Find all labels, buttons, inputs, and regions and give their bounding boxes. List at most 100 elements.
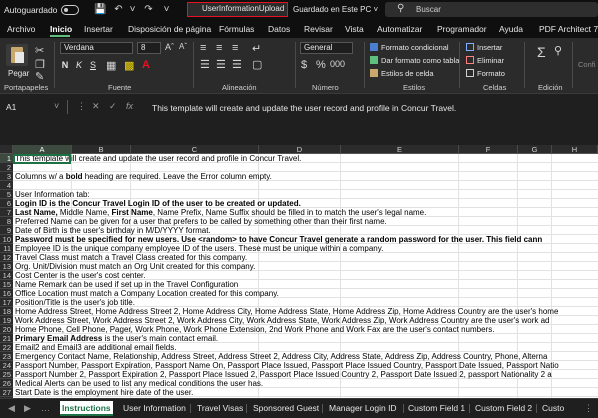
- table-row[interactable]: Login ID is the Concur Travel Login ID o…: [13, 199, 598, 208]
- format-as-table-button[interactable]: Dar formato como tabla: [370, 56, 459, 65]
- save-icon[interactable]: 💾: [94, 4, 106, 15]
- row-header[interactable]: 20: [0, 325, 13, 334]
- sheet-tab-travel-visas[interactable]: Travel Visas: [195, 401, 245, 416]
- tab-automatizar[interactable]: Automatizar: [377, 24, 422, 34]
- tab-vista[interactable]: Vista: [345, 24, 364, 34]
- row-header[interactable]: 23: [0, 352, 13, 361]
- sheet-tabs-more-icon[interactable]: ⋮: [584, 403, 593, 414]
- row-header[interactable]: 1: [0, 154, 13, 163]
- row-header[interactable]: 25: [0, 370, 13, 379]
- row-header[interactable]: 18: [0, 307, 13, 316]
- delete-cells-button[interactable]: Eliminar: [466, 56, 504, 65]
- table-row[interactable]: Travel Class must match a Travel Class c…: [13, 253, 598, 262]
- column-header-b[interactable]: B: [72, 145, 131, 154]
- sheet-more-icon[interactable]: …: [41, 403, 50, 413]
- conditional-format-button[interactable]: Formato condicional: [370, 43, 449, 52]
- table-row[interactable]: [13, 163, 598, 172]
- row-header[interactable]: 17: [0, 298, 13, 307]
- column-header-d[interactable]: D: [259, 145, 341, 154]
- align-left-icon[interactable]: ☰: [200, 58, 210, 71]
- row-header[interactable]: 2: [0, 163, 13, 172]
- row-header[interactable]: 13: [0, 262, 13, 271]
- table-row[interactable]: Passport Number 2, Passport Expiration 2…: [13, 370, 598, 379]
- sheet-tab-custom-field-1[interactable]: Custom Field 1: [406, 401, 467, 416]
- cell-styles-button[interactable]: Estilos de celda: [370, 69, 434, 78]
- column-header-e[interactable]: E: [341, 145, 459, 154]
- sheet-tab-user-information[interactable]: User Information: [121, 401, 188, 416]
- table-row[interactable]: Password must be specified for new users…: [13, 235, 598, 244]
- grow-font-icon[interactable]: Aˆ: [165, 42, 174, 52]
- row-header[interactable]: 27: [0, 388, 13, 397]
- shrink-font-icon[interactable]: Aˇ: [179, 42, 187, 51]
- row-header[interactable]: 4: [0, 181, 13, 190]
- table-row[interactable]: This template will create and update the…: [13, 154, 598, 163]
- fill-color-icon[interactable]: ▩: [124, 59, 134, 72]
- italic-button[interactable]: K: [74, 60, 84, 71]
- tab-formulas[interactable]: Fórmulas: [219, 24, 254, 34]
- sheet-prev-icon[interactable]: ◀: [8, 403, 15, 414]
- tab-inicio[interactable]: Inicio: [50, 24, 72, 34]
- insert-function-icon[interactable]: fx: [126, 101, 133, 111]
- row-header[interactable]: 12: [0, 253, 13, 262]
- table-row[interactable]: Medical Alerts can be used to list any m…: [13, 379, 598, 388]
- customize-toolbar-icon[interactable]: ˅: [161, 4, 172, 15]
- table-row[interactable]: Home Address Street, Home Address Street…: [13, 307, 598, 316]
- row-header[interactable]: 24: [0, 361, 13, 370]
- table-row[interactable]: [13, 181, 598, 190]
- table-row[interactable]: Date of Birth is the user's birthday in …: [13, 226, 598, 235]
- tab-disposicion[interactable]: Disposición de página: [128, 24, 211, 34]
- underline-button[interactable]: S: [88, 60, 98, 71]
- tab-datos[interactable]: Datos: [268, 24, 290, 34]
- tab-revisar[interactable]: Revisar: [304, 24, 333, 34]
- tab-programador[interactable]: Programador: [437, 24, 487, 34]
- row-header[interactable]: 14: [0, 271, 13, 280]
- format-painter-icon[interactable]: ✎: [35, 70, 44, 83]
- number-format-combo[interactable]: General: [300, 42, 353, 54]
- currency-icon[interactable]: $: [301, 59, 307, 71]
- row-header[interactable]: 9: [0, 226, 13, 235]
- row-header[interactable]: 26: [0, 379, 13, 388]
- table-row[interactable]: Work Address Street, Work Address Street…: [13, 316, 598, 325]
- enter-icon[interactable]: ✓: [109, 101, 117, 112]
- table-row[interactable]: Cost Center is the user's cost center.: [13, 271, 598, 280]
- column-header-h[interactable]: H: [552, 145, 598, 154]
- align-top-icon[interactable]: ≡: [200, 42, 206, 54]
- bold-button[interactable]: N: [60, 60, 70, 71]
- paste-label[interactable]: Pegar: [8, 69, 29, 78]
- find-select-icon[interactable]: ⚲: [554, 44, 562, 57]
- row-header[interactable]: 15: [0, 280, 13, 289]
- sheet-next-icon[interactable]: ▶: [24, 403, 31, 414]
- table-row[interactable]: Emergency Contact Name, Relationship, Ad…: [13, 352, 598, 361]
- font-color-icon[interactable]: A: [142, 59, 150, 71]
- merge-cells-icon[interactable]: ▢: [252, 58, 262, 71]
- insert-cells-button[interactable]: Insertar: [466, 43, 502, 52]
- table-row[interactable]: Name Remark can be used if set up in the…: [13, 280, 598, 289]
- column-header-f[interactable]: F: [459, 145, 518, 154]
- tab-pdf-architect[interactable]: PDF Architect 7 Cr: [539, 24, 598, 34]
- table-row[interactable]: Employee ID is the unique company employ…: [13, 244, 598, 253]
- row-header[interactable]: 21: [0, 334, 13, 343]
- name-box-dropdown-icon[interactable]: ˅: [54, 101, 59, 111]
- font-size-combo[interactable]: 8: [137, 42, 161, 54]
- comma-style-icon[interactable]: 000: [330, 59, 345, 69]
- sheet-tab-sponsored-guest[interactable]: Sponsored Guest: [251, 401, 321, 416]
- align-center-icon[interactable]: ☰: [216, 58, 226, 71]
- row-header[interactable]: 10: [0, 235, 13, 244]
- row-header[interactable]: 3: [0, 172, 13, 181]
- active-cell-selection[interactable]: [13, 154, 71, 164]
- font-name-combo[interactable]: Verdana: [60, 42, 133, 54]
- cut-icon[interactable]: ✂: [35, 44, 44, 57]
- align-bottom-icon[interactable]: ≡: [232, 42, 238, 54]
- table-row[interactable]: Home Phone, Cell Phone, Pager, Work Phon…: [13, 325, 598, 334]
- align-right-icon[interactable]: ☰: [232, 58, 242, 71]
- table-row[interactable]: Passport Number, Passport Expiration, Pa…: [13, 361, 598, 370]
- row-header[interactable]: 11: [0, 244, 13, 253]
- save-status[interactable]: Guardado en Este PC ˅: [293, 5, 378, 14]
- borders-icon[interactable]: ▦: [106, 59, 116, 72]
- format-cells-button[interactable]: Formato: [466, 69, 505, 78]
- column-header-a[interactable]: A: [13, 145, 72, 154]
- table-row[interactable]: Start Date is the employment hire date o…: [13, 388, 598, 397]
- table-row[interactable]: Last Name, Middle Name, First Name, Name…: [13, 208, 598, 217]
- undo-dropdown-icon[interactable]: ˅: [127, 4, 138, 15]
- more-options-icon[interactable]: ⋮: [77, 101, 86, 112]
